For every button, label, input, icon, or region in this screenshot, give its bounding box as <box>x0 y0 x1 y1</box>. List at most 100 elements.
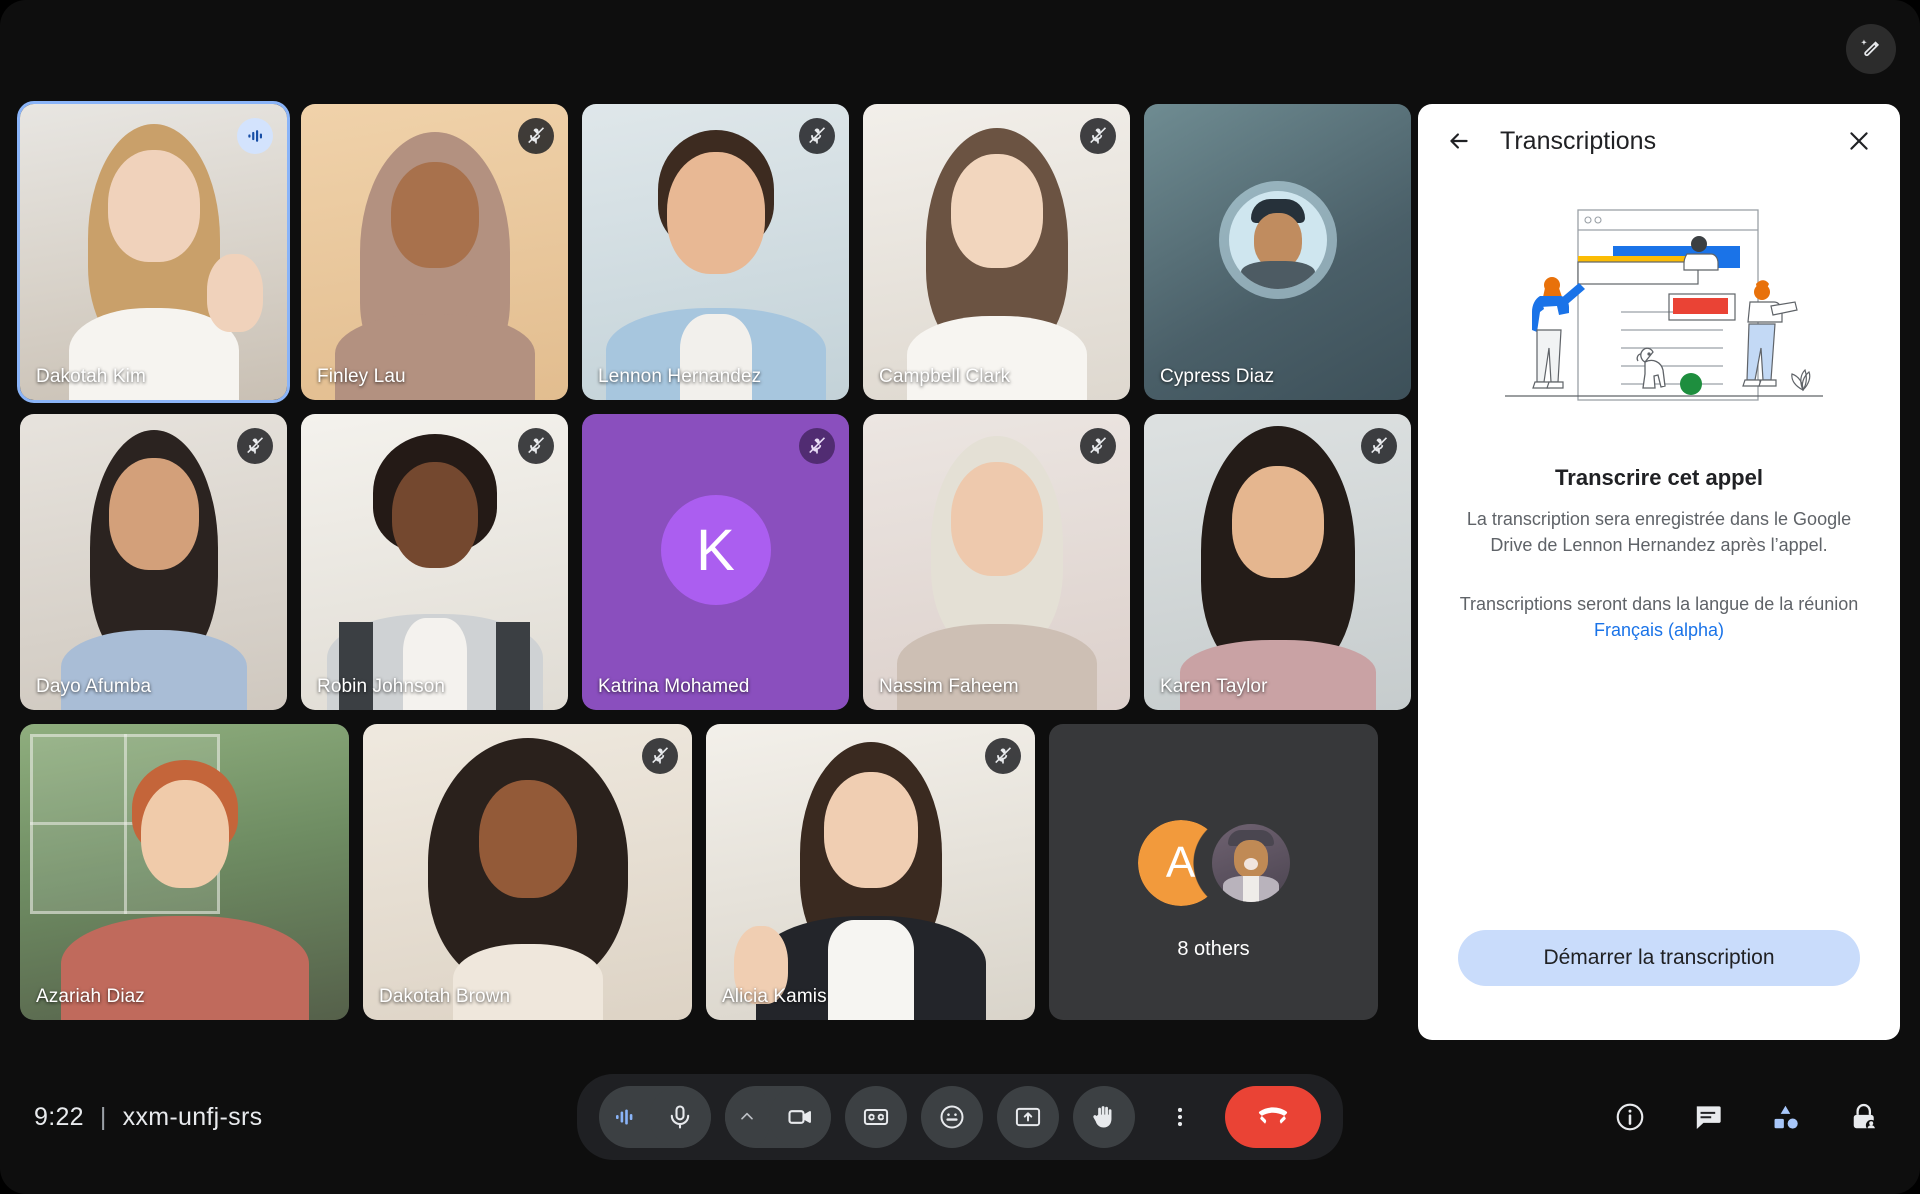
participant-video <box>363 724 692 1020</box>
participant-tile[interactable]: Dakotah Brown <box>363 724 692 1020</box>
host-lock-icon <box>1853 1103 1877 1131</box>
meet-window: Dakotah Kim Finley Lau Lennon Hernandez … <box>0 0 1920 1194</box>
transcriptions-panel: Transcriptions Transcrire cet appel La t… <box>1418 104 1900 1040</box>
participant-name: Karen Taylor <box>1160 676 1268 697</box>
camera-button[interactable] <box>769 1086 831 1148</box>
panel-header: Transcriptions <box>1418 104 1900 178</box>
microphone-icon <box>670 1105 690 1129</box>
others-tile[interactable]: A 8 others <box>1049 724 1378 1020</box>
participant-name: Dakotah Brown <box>379 986 511 1007</box>
muted-badge <box>642 738 678 774</box>
present-screen-button[interactable] <box>997 1086 1059 1148</box>
participant-tile[interactable]: Nassim Faheem <box>863 414 1130 710</box>
participant-tile[interactable]: Campbell Clark <box>863 104 1130 400</box>
others-label: 8 others <box>1177 938 1250 960</box>
grid-row-2: Dayo Afumba Robin Johnson K Katrina Moha… <box>20 414 1420 710</box>
raise-hand-button[interactable] <box>1073 1086 1135 1148</box>
muted-badge <box>1080 428 1116 464</box>
panel-footer: Démarrer la transcription <box>1418 930 1900 1040</box>
reactions-button[interactable] <box>921 1086 983 1148</box>
participant-name: Nassim Faheem <box>879 676 1019 697</box>
meeting-language-link[interactable]: Français (alpha) <box>1594 620 1724 640</box>
speaking-indicator-badge <box>237 118 273 154</box>
participant-tile[interactable]: Dakotah Kim <box>17 101 290 403</box>
participant-name: Lennon Hernandez <box>598 366 762 387</box>
participant-name: Azariah Diaz <box>36 986 145 1007</box>
mic-off-icon <box>652 747 669 764</box>
arrow-back-icon <box>1450 133 1468 149</box>
mic-off-icon <box>528 127 545 144</box>
end-call-button[interactable] <box>1225 1086 1321 1148</box>
muted-badge <box>1361 428 1397 464</box>
mic-off-icon <box>247 437 264 454</box>
participant-tile[interactable]: Cypress Diaz <box>1144 104 1411 400</box>
camera-control-group <box>725 1086 831 1148</box>
more-options-icon <box>1177 1107 1183 1127</box>
participant-tile[interactable]: Azariah Diaz <box>20 724 349 1020</box>
emoji-icon <box>940 1105 964 1129</box>
participant-tile[interactable]: Lennon Hernandez <box>582 104 849 400</box>
muted-badge <box>1080 118 1116 154</box>
close-button[interactable] <box>1840 122 1878 160</box>
host-controls-button[interactable] <box>1848 1101 1880 1133</box>
participant-tile[interactable]: K Katrina Mohamed <box>582 414 849 710</box>
illustration-graphic <box>1505 209 1823 401</box>
mic-off-icon <box>809 127 826 144</box>
avatar-initial: K <box>660 495 771 606</box>
camera-icon <box>788 1110 811 1124</box>
participant-name: Dakotah Kim <box>36 366 146 387</box>
muted-badge <box>799 118 835 154</box>
start-transcription-button[interactable]: Démarrer la transcription <box>1458 930 1860 986</box>
grid-row-3: Azariah Diaz Dakotah Brown Alicia Kamis … <box>20 724 1420 1020</box>
participant-tile[interactable]: Dayo Afumba <box>20 414 287 710</box>
participant-tile[interactable]: Finley Lau <box>301 104 568 400</box>
visual-effects-button[interactable] <box>1846 24 1896 74</box>
activities-icon <box>1774 1105 1798 1129</box>
audio-waveform-icon <box>616 1109 633 1125</box>
microphone-button[interactable] <box>649 1086 711 1148</box>
muted-badge <box>237 428 273 464</box>
participant-tile[interactable]: Robin Johnson <box>301 414 568 710</box>
mic-off-icon <box>995 747 1012 764</box>
activities-button[interactable] <box>1770 1101 1802 1133</box>
muted-badge <box>518 118 554 154</box>
muted-badge <box>985 738 1021 774</box>
participant-grid: Dakotah Kim Finley Lau Lennon Hernandez … <box>17 101 1420 1040</box>
mic-off-icon <box>1371 437 1388 454</box>
panel-description-1: La transcription sera enregistrée dans l… <box>1466 509 1852 555</box>
transcription-illustration <box>1473 184 1845 441</box>
avatar <box>1228 191 1327 290</box>
participant-tile[interactable]: Karen Taylor <box>1144 414 1411 710</box>
language-text-prefix: Transcriptions seront dans la langue de … <box>1459 594 1859 615</box>
more-options-button[interactable] <box>1149 1086 1211 1148</box>
meeting-details-button[interactable] <box>1614 1101 1646 1133</box>
raise-hand-icon <box>1093 1106 1112 1128</box>
chevron-up-icon <box>741 1112 753 1120</box>
right-toolbar <box>1614 1101 1880 1133</box>
panel-heading: Transcrire cet appel <box>1555 465 1763 490</box>
panel-body: Transcrire cet appel La transcription se… <box>1418 178 1900 930</box>
muted-badge <box>518 428 554 464</box>
mic-off-icon <box>1090 437 1107 454</box>
mic-off-icon <box>528 437 545 454</box>
audio-waveform-icon <box>248 130 262 142</box>
participant-name: Finley Lau <box>317 366 406 387</box>
panel-title: Transcriptions <box>1500 126 1657 155</box>
chat-icon <box>1696 1106 1721 1129</box>
grid-row-1: Dakotah Kim Finley Lau Lennon Hernandez … <box>17 101 1420 403</box>
mic-off-icon <box>809 437 826 454</box>
meeting-separator: | <box>99 1102 107 1131</box>
camera-options-button[interactable] <box>725 1086 769 1148</box>
participant-name: Katrina Mohamed <box>598 676 750 697</box>
chat-button[interactable] <box>1692 1101 1724 1133</box>
closed-captions-icon <box>863 1109 889 1125</box>
magic-wand-icon <box>1861 39 1880 57</box>
muted-badge <box>799 428 835 464</box>
participant-tile[interactable]: Alicia Kamis <box>706 724 1035 1020</box>
avatar-photo <box>1211 824 1290 902</box>
info-icon <box>1616 1103 1644 1131</box>
meeting-info: 9:22 | xxm-unfj-srs <box>34 1103 262 1132</box>
captions-button[interactable] <box>845 1086 907 1148</box>
back-button[interactable] <box>1440 122 1478 160</box>
bottom-toolbar: 9:22 | xxm-unfj-srs <box>0 1040 1920 1194</box>
